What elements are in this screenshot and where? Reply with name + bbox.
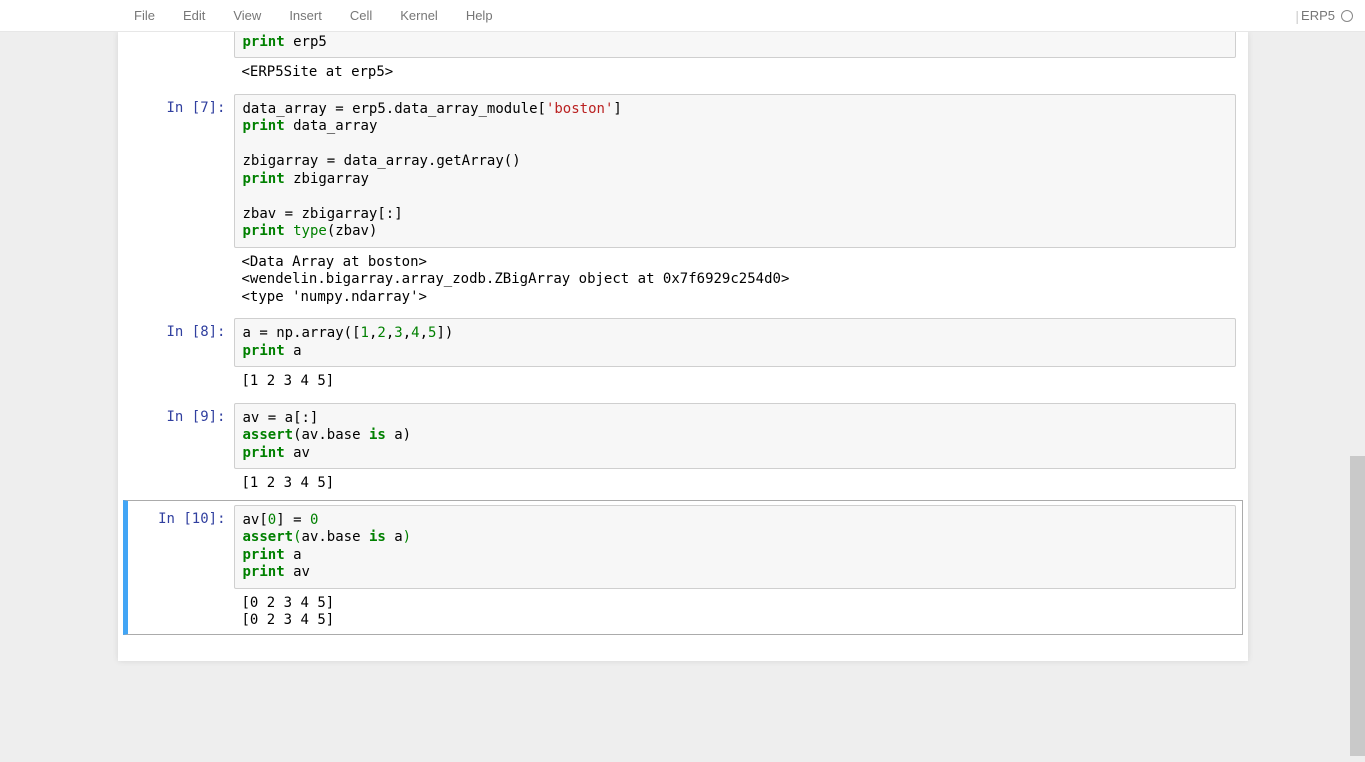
menu-file[interactable]: File bbox=[120, 0, 169, 32]
vertical-scrollbar[interactable] bbox=[1350, 456, 1365, 756]
prompt-label: In [10]: bbox=[124, 505, 234, 630]
code-cell[interactable]: In [10]:av[0] = 0 assert(av.base is a) p… bbox=[123, 500, 1243, 635]
menu-edit[interactable]: Edit bbox=[169, 0, 219, 32]
kernel-idle-icon bbox=[1341, 10, 1353, 22]
menu-help[interactable]: Help bbox=[452, 0, 507, 32]
cell-body: a = np.array([1,2,3,4,5]) print a[1 2 3 … bbox=[234, 318, 1242, 391]
cell-output: [1 2 3 4 5] bbox=[234, 367, 1236, 391]
menubar: File Edit View Insert Cell Kernel Help |… bbox=[0, 0, 1365, 32]
menu-insert[interactable]: Insert bbox=[275, 0, 336, 32]
cell-body: av = a[:] assert(av.base is a) print av[… bbox=[234, 403, 1242, 493]
menu-cell[interactable]: Cell bbox=[336, 0, 386, 32]
cell-output: [1 2 3 4 5] bbox=[234, 469, 1236, 493]
code-cell[interactable]: In [7]:data_array = erp5.data_array_modu… bbox=[123, 89, 1243, 312]
cell-body: av[0] = 0 assert(av.base is a) print a p… bbox=[234, 505, 1242, 630]
menu-kernel[interactable]: Kernel bbox=[386, 0, 452, 32]
cell-body: data_array = erp5.data_array_module['bos… bbox=[234, 94, 1242, 307]
kernel-status: | ERP5 bbox=[1295, 8, 1353, 24]
code-input[interactable]: av[0] = 0 assert(av.base is a) print a p… bbox=[234, 505, 1236, 589]
kernel-name-label: ERP5 bbox=[1301, 8, 1335, 23]
code-input[interactable]: data_array = erp5.data_array_module['bos… bbox=[234, 94, 1236, 248]
code-cell[interactable]: In [9]:av = a[:] assert(av.base is a) pr… bbox=[123, 398, 1243, 498]
menubar-left: File Edit View Insert Cell Kernel Help bbox=[120, 0, 507, 32]
code-input[interactable]: av = a[:] assert(av.base is a) print av bbox=[234, 403, 1236, 470]
kernel-separator: | bbox=[1295, 8, 1299, 24]
code-cell[interactable]: In [8]:a = np.array([1,2,3,4,5]) print a… bbox=[123, 313, 1243, 396]
prompt-label: In [8]: bbox=[124, 318, 234, 391]
menu-view[interactable]: View bbox=[219, 0, 275, 32]
prompt-label: In [7]: bbox=[124, 94, 234, 307]
cell-output: [0 2 3 4 5] [0 2 3 4 5] bbox=[234, 589, 1236, 630]
page-background: In [6]:erp5 = context print erp5<ERP5Sit… bbox=[0, 32, 1365, 762]
code-input[interactable]: a = np.array([1,2,3,4,5]) print a bbox=[234, 318, 1236, 367]
notebook-container: In [6]:erp5 = context print erp5<ERP5Sit… bbox=[118, 32, 1248, 661]
prompt-label: In [9]: bbox=[124, 403, 234, 493]
cell-output: <ERP5Site at erp5> bbox=[234, 58, 1236, 82]
cell-output: <Data Array at boston> <wendelin.bigarra… bbox=[234, 248, 1236, 307]
